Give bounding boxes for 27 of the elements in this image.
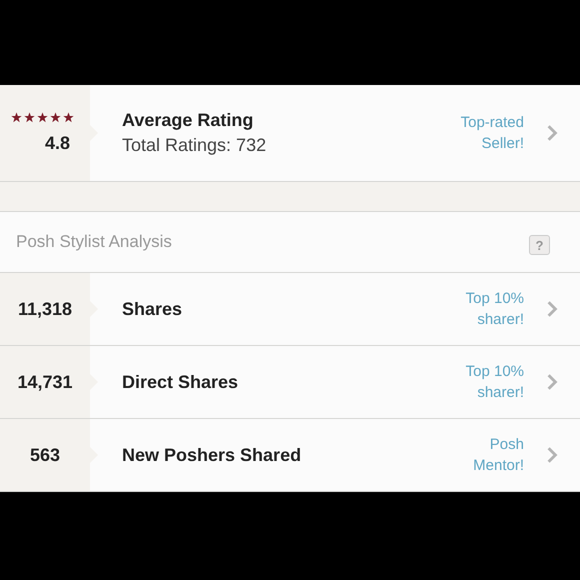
stat-value: 563 (30, 444, 60, 466)
rating-row[interactable]: 4.8 Average Rating Total Ratings: 732 Top-rated Seller! (0, 85, 580, 182)
badge-text: Top 10% sharer! (466, 289, 524, 330)
badge-text: Posh Mentor! (473, 435, 524, 476)
star-icon (37, 112, 48, 123)
section-title: Posh Stylist Analysis (16, 232, 172, 252)
stat-label: Direct Shares (122, 372, 240, 392)
chevron-icon (546, 373, 558, 391)
rating-title: Average Rating (122, 110, 254, 131)
chevron-icon (546, 124, 558, 142)
stat-label: Shares (122, 298, 184, 320)
chevron-icon (546, 446, 558, 464)
star-icon (11, 112, 22, 123)
rating-value: 4.8 (44, 133, 70, 154)
star-icon (50, 112, 61, 123)
stat-value: 11,318 (18, 298, 72, 320)
stat-row[interactable]: 11,318 Shares Top 10% sharer! (0, 273, 580, 346)
stat-row[interactable]: 14,731 Direct Shares Top 10% sharer! (0, 346, 580, 419)
stat-label: New Poshers Shared (122, 444, 302, 466)
badge-text: Top 10% sharer! (466, 362, 524, 403)
total-ratings: Total Ratings: 732 (122, 135, 268, 156)
stat-row[interactable]: 563 New Poshers Shared Posh Mentor! (0, 419, 580, 492)
stat-value: 14,731 (17, 372, 73, 392)
star-icon (24, 112, 35, 123)
badge-text: Top-rated Seller! (460, 113, 524, 154)
chevron-icon (546, 300, 558, 318)
star-icon (63, 112, 74, 123)
